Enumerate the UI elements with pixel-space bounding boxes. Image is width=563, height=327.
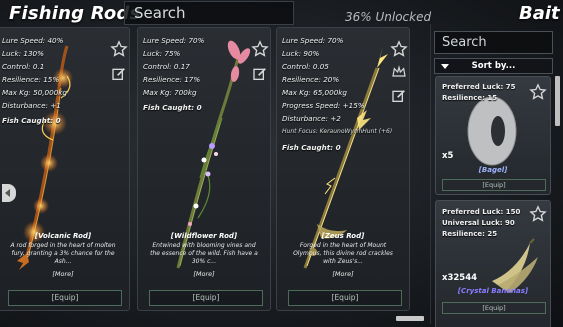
rod-stat: Resilience: 17%: [143, 75, 201, 84]
rod-stat: Progress Speed: +15%: [282, 101, 365, 110]
more-link[interactable]: [More]: [277, 270, 409, 278]
equip-button[interactable]: [Equip]: [442, 302, 546, 314]
rod-stat: Lure Speed: 70%: [143, 36, 205, 45]
rod-stat: Resilience: 15%: [2, 75, 60, 84]
rod-stat: Max Kg: 65,000kg: [282, 88, 347, 97]
rods-scrollbar[interactable]: [396, 316, 424, 321]
more-link[interactable]: [More]: [138, 270, 270, 278]
rod-search-input[interactable]: Search: [124, 1, 294, 25]
crown-icon[interactable]: [391, 64, 407, 80]
fish-caught: Fish Caught: 0: [282, 143, 341, 152]
star-icon[interactable]: [529, 83, 547, 101]
equip-button[interactable]: [Equip]: [149, 290, 263, 306]
panel-divider: [430, 24, 431, 324]
rod-stat: Lure Speed: 70%: [282, 36, 344, 45]
rod-description: Entwined with blooming vines and the ess…: [150, 242, 258, 265]
bait-stat: Resilience: 15: [442, 94, 498, 102]
rod-stat: Max Kg: 50,000kg: [2, 88, 67, 97]
rod-stat: Control: 0.05: [282, 62, 329, 71]
fish-caught: Fish Caught: 0: [143, 103, 202, 112]
bait-card-bagel[interactable]: Preferred Luck: 75 Resilience: 15 x5 [Ba…: [435, 76, 551, 195]
equip-button[interactable]: [Equip]: [442, 179, 546, 191]
edit-icon[interactable]: [111, 66, 127, 82]
bait-count: x5: [442, 151, 454, 161]
rod-stat: Max Kg: 700kg: [143, 88, 197, 97]
rod-stat: Luck: 90%: [282, 49, 320, 58]
unlocked-percent: 36% Unlocked: [345, 10, 432, 24]
rod-stat: Luck: 75%: [143, 49, 181, 58]
rod-stat: Luck: 130%: [2, 49, 44, 58]
star-icon[interactable]: [251, 40, 269, 58]
bait-name: [Crystal Bananas]: [457, 287, 529, 295]
rod-stat: Control: 0.1: [2, 62, 45, 71]
star-icon[interactable]: [110, 40, 128, 58]
rod-name: [Wildflower Rod]: [170, 232, 238, 240]
bait-stat: Resilience: 25: [442, 230, 498, 238]
rod-card-volcanic[interactable]: Lure Speed: 40% Luck: 130% Control: 0.1 …: [0, 27, 130, 311]
rod-card-wildflower[interactable]: Lure Speed: 70% Luck: 75% Control: 0.17 …: [137, 27, 271, 311]
fish-caught: Fish Caught: 0: [2, 116, 61, 125]
more-link[interactable]: [More]: [0, 270, 129, 278]
equip-button[interactable]: [Equip]: [8, 290, 122, 306]
rod-stat: Control: 0.17: [143, 62, 190, 71]
bait-title: Bait: [519, 3, 560, 24]
bait-stat: Universal Luck: 90: [442, 219, 515, 227]
sort-label: Sort by...: [471, 61, 516, 71]
bagel-image: [467, 96, 517, 166]
star-icon[interactable]: [390, 40, 408, 58]
bait-list[interactable]: Preferred Luck: 75 Resilience: 15 x5 [Ba…: [433, 76, 555, 327]
bait-stat: Preferred Luck: 75: [442, 83, 516, 91]
hunt-focus: Hunt Focus: KeraunoWyrmHunt (+6): [282, 128, 393, 135]
rod-stat: Resilience: 20%: [282, 75, 340, 84]
equip-button[interactable]: [Equip]: [288, 290, 402, 306]
rod-description: A rod forged in the heart of molten fury…: [10, 242, 116, 265]
chevron-left-icon[interactable]: [2, 184, 16, 202]
rod-description: Forged in the heart of Mount Olympus, th…: [293, 242, 393, 265]
bait-count: x32544: [442, 273, 478, 283]
rod-card-list[interactable]: Lure Speed: 40% Luck: 130% Control: 0.1 …: [0, 24, 424, 314]
edit-icon[interactable]: [252, 66, 268, 82]
rod-name: [Zeus Rod]: [321, 232, 365, 240]
edit-icon[interactable]: [391, 88, 407, 104]
bait-name: [Bagel]: [478, 166, 508, 174]
rod-stat: Lure Speed: 40%: [2, 36, 64, 45]
sort-dropdown[interactable]: Sort by...: [434, 58, 553, 74]
rod-card-zeus[interactable]: Lure Speed: 70% Luck: 90% Control: 0.05 …: [276, 27, 410, 311]
rod-stat: Disturbance: +2: [282, 114, 341, 123]
bait-search-input[interactable]: Search: [434, 31, 553, 54]
bait-stat: Preferred Luck: 150: [442, 208, 521, 216]
rod-stat: Disturbance: +1: [2, 101, 61, 110]
sort-arrow-icon: [441, 64, 449, 69]
bait-card-crystal-bananas[interactable]: Preferred Luck: 150 Universal Luck: 90 R…: [435, 200, 551, 327]
rod-name: [Volcanic Rod]: [34, 232, 92, 240]
page-title: Fishing Rods: [9, 3, 141, 24]
bait-scrollbar[interactable]: [555, 76, 560, 126]
star-icon[interactable]: [529, 205, 547, 223]
